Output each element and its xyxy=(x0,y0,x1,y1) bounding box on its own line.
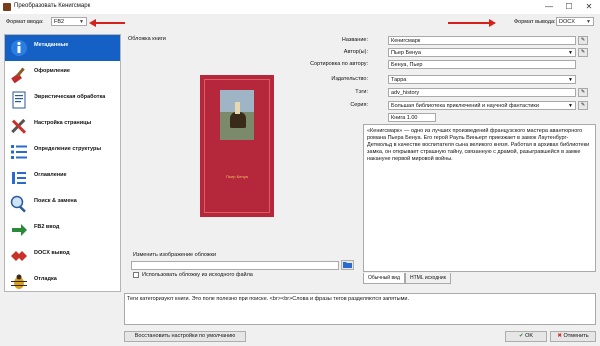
document-icon xyxy=(12,91,26,109)
magnifier-icon xyxy=(10,195,26,213)
title-input[interactable]: Кенигсмарк xyxy=(388,36,576,45)
book-number-spinbox[interactable]: Книга 1.00 xyxy=(388,113,436,122)
change-cover-label: Изменить изображение обложки xyxy=(133,252,217,258)
chevron-down-icon: ▼ xyxy=(79,19,84,25)
sidebar-item-debug[interactable]: Отладка xyxy=(5,269,120,295)
input-format-select[interactable]: FB2 ▼ xyxy=(51,17,87,26)
tags-label: Тэги: xyxy=(355,89,368,95)
sidebar-item-label: Оформление xyxy=(34,68,70,74)
input-format-label: Формат ввода: xyxy=(6,19,44,25)
cover-illustration xyxy=(220,90,254,140)
bug-icon xyxy=(11,274,27,289)
sort-author-label: Сортировка по автору: xyxy=(310,61,368,67)
cover-section-label: Обложка книги xyxy=(128,36,166,42)
wrench-icon xyxy=(11,118,27,134)
use-source-cover-label: Использовать обложку из исходного файла xyxy=(142,272,253,278)
help-text-box: Теги категоризуют книги. Это поле полезн… xyxy=(124,293,596,325)
sidebar-item-label: Метаданные xyxy=(34,42,69,48)
maximize-button[interactable]: ☐ xyxy=(560,1,578,13)
red-arrow-right-icon xyxy=(448,19,496,27)
chevron-down-icon: ▼ xyxy=(568,77,573,83)
sidebar-item-page-setup[interactable]: Настройка страницы xyxy=(5,113,120,139)
input-format-value: FB2 xyxy=(54,19,65,25)
sidebar-item-label: DOCX вывод xyxy=(34,250,70,256)
toc-icon xyxy=(12,172,26,184)
sidebar-item-structure[interactable]: Определение структуры xyxy=(5,139,120,165)
red-arrow-left-icon xyxy=(89,19,125,27)
sidebar-item-metadata[interactable]: Метаданные xyxy=(5,35,120,61)
series-value: Большая библиотека приключений и научной… xyxy=(391,103,539,109)
browse-cover-button[interactable] xyxy=(341,260,354,270)
sidebar-item-fb2-input[interactable]: FB2 ввод xyxy=(5,217,120,243)
window-title: Преобразовать Кенигсмарк xyxy=(14,3,91,9)
app-icon xyxy=(3,3,11,11)
authors-label: Автор(ы): xyxy=(343,49,368,55)
cover-caption: Пьер Бенуа xyxy=(226,174,248,179)
sidebar-item-heuristics[interactable]: Эвристическая обработка xyxy=(5,87,120,113)
diamond-icon xyxy=(11,251,27,261)
publisher-label: Издательство: xyxy=(331,76,368,82)
list-icon xyxy=(11,145,27,159)
cancel-label: Отменить xyxy=(563,333,589,339)
use-source-cover-checkbox[interactable] xyxy=(133,272,139,278)
sidebar-item-docx-output[interactable]: DOCX вывод xyxy=(5,243,120,269)
comment-text: «Кенигсмарк» — одно из лучших произведен… xyxy=(367,128,590,162)
series-label: Серия: xyxy=(350,102,368,108)
sidebar-item-label: Определение структуры xyxy=(34,146,102,152)
authors-input[interactable]: Пьер Бенуа ▼ xyxy=(388,48,576,57)
cover-path-input[interactable] xyxy=(131,261,339,270)
output-format-select[interactable]: DOCX ▼ xyxy=(556,17,594,26)
chevron-down-icon: ▼ xyxy=(586,19,591,25)
tags-input[interactable]: adv_history xyxy=(388,88,576,97)
comment-editor[interactable]: «Кенигсмарк» — одно из лучших произведен… xyxy=(363,124,596,272)
help-text: Теги категоризуют книги. Это поле полезн… xyxy=(127,296,409,302)
title-edit-button[interactable]: ✎ xyxy=(578,36,588,45)
sidebar-item-toc[interactable]: Оглавление xyxy=(5,165,120,191)
sort-author-input[interactable]: Бенуа, Пьер xyxy=(388,60,576,69)
sidebar-item-label: Поиск & замена xyxy=(34,198,77,204)
close-button[interactable]: ✕ xyxy=(580,1,598,13)
cancel-button[interactable]: ✖ Отменить xyxy=(550,331,596,342)
publisher-value: Тарра xyxy=(391,77,407,83)
ok-button[interactable]: ✔ OK xyxy=(505,331,547,342)
tags-edit-button[interactable]: ✎ xyxy=(578,88,588,97)
convert-dialog: Преобразовать Кенигсмарк — ☐ ✕ Формат вв… xyxy=(0,0,600,346)
check-icon: ✔ xyxy=(518,333,524,339)
sidebar-item-search-replace[interactable]: Поиск & замена xyxy=(5,191,120,217)
minimize-button[interactable]: — xyxy=(540,1,558,13)
sidebar-item-label: Отладка xyxy=(34,276,57,282)
sidebar: Метаданные Оформление Эвристическая обра… xyxy=(4,34,121,292)
sidebar-item-label: Оглавление xyxy=(34,172,67,178)
publisher-input[interactable]: Тарра ▼ xyxy=(388,75,576,84)
restore-defaults-button[interactable]: Восстановить настройки по умолчанию xyxy=(124,331,246,342)
sidebar-item-label: FB2 ввод xyxy=(34,224,60,230)
paintbrush-icon xyxy=(11,67,25,83)
sidebar-item-look[interactable]: Оформление xyxy=(5,61,120,87)
book-cover-image: Пьер Бенуа xyxy=(200,75,274,217)
ok-label: OK xyxy=(525,333,534,339)
arrow-icon xyxy=(12,224,27,236)
authors-edit-button[interactable]: ✎ xyxy=(578,48,588,57)
title-label: Название: xyxy=(341,37,368,43)
info-icon xyxy=(11,40,27,56)
sidebar-item-label: Настройка страницы xyxy=(34,120,92,126)
series-edit-button[interactable]: ✎ xyxy=(578,101,588,110)
chevron-down-icon: ▼ xyxy=(568,103,573,109)
chevron-down-icon: ▼ xyxy=(568,50,573,56)
tab-html-source[interactable]: HTML исходник xyxy=(405,273,451,284)
folder-icon xyxy=(343,262,352,268)
title-bar: Преобразовать Кенигсмарк — ☐ ✕ xyxy=(0,0,600,14)
output-format-value: DOCX xyxy=(559,19,575,25)
series-input[interactable]: Большая библиотека приключений и научной… xyxy=(388,101,576,110)
sidebar-item-label: Эвристическая обработка xyxy=(34,94,106,100)
output-format-label: Формат вывода: xyxy=(514,19,556,25)
authors-value: Пьер Бенуа xyxy=(391,50,421,56)
format-row: Формат ввода: FB2 ▼ Формат вывода: DOCX … xyxy=(0,14,600,32)
cancel-icon: ✖ xyxy=(557,333,562,339)
tab-normal-view[interactable]: Обычный вид xyxy=(363,273,405,284)
